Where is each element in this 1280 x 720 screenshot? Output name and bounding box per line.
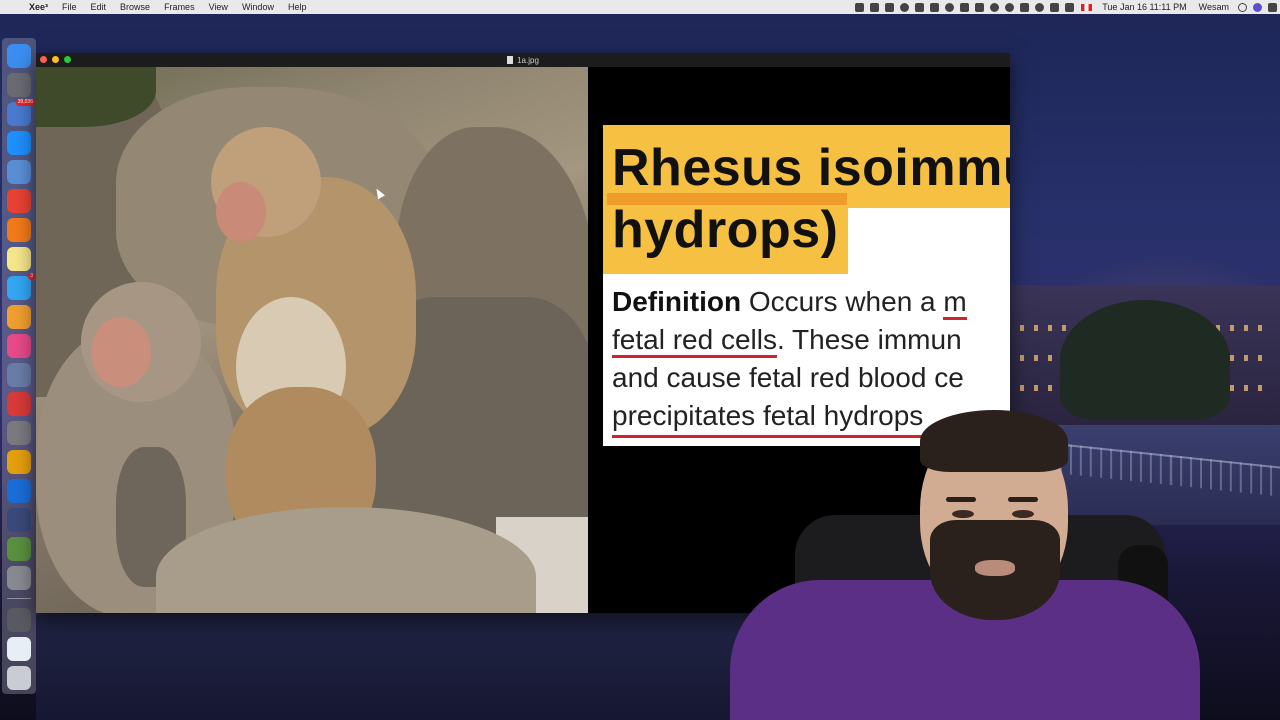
photo-booth-icon[interactable]	[7, 391, 31, 416]
wallpaper-trees	[1060, 300, 1230, 420]
screenshot-icon[interactable]	[7, 507, 31, 532]
xcode-icon[interactable]	[7, 159, 31, 184]
downloads-stack-icon[interactable]	[7, 607, 31, 632]
menu-view[interactable]: View	[202, 0, 235, 14]
info-icon[interactable]	[900, 2, 910, 12]
file-icon	[507, 56, 514, 64]
slide-body-line-4: precipitates fetal hydrops	[612, 397, 967, 438]
system-preferences-icon[interactable]	[7, 420, 31, 445]
menu-help[interactable]: Help	[281, 0, 314, 14]
chrome-icon[interactable]	[7, 188, 31, 213]
menu-app-name[interactable]: Xee³	[22, 0, 55, 14]
notes-icon[interactable]	[7, 246, 31, 271]
spotlight-search-icon[interactable]	[1238, 2, 1247, 12]
menu-bar: Xee³ File Edit Browse Frames View Window…	[0, 0, 1280, 14]
teamviewer-icon[interactable]	[7, 478, 31, 503]
menu-window[interactable]: Window	[235, 0, 281, 14]
dock: 39,036 3	[2, 38, 36, 694]
folder-icon[interactable]	[915, 2, 925, 12]
notification-center-icon[interactable]	[1268, 2, 1277, 12]
menu-edit[interactable]: Edit	[84, 0, 114, 14]
image-capture-icon[interactable]	[7, 362, 31, 387]
slide-image: Rhesus isoimmu hydrops) Definition Occur…	[603, 125, 1010, 446]
display-icon[interactable]	[870, 2, 880, 12]
screenshot-tray-icon[interactable]	[930, 2, 940, 12]
menu-clock[interactable]: Tue Jan 16 11:11 PM	[1096, 2, 1192, 12]
minimize-window-button[interactable]	[52, 56, 59, 63]
trash-icon[interactable]	[7, 665, 31, 690]
slide-body-line-1: Occurs when a	[741, 286, 944, 317]
slide-body-line-3: and cause fetal red blood ce	[612, 362, 964, 393]
presenter-right-eye	[1012, 510, 1034, 518]
dock-badge: 39,036	[15, 98, 35, 106]
volume-icon[interactable]	[1065, 2, 1075, 12]
cloud-icon[interactable]	[945, 2, 955, 12]
time-machine-icon[interactable]	[1005, 2, 1015, 12]
itunes-icon[interactable]	[7, 333, 31, 358]
menu-user[interactable]: Wesam	[1193, 2, 1235, 12]
finder-icon[interactable]	[7, 43, 31, 68]
slide-title-line-1: Rhesus isoimmu	[612, 139, 1010, 197]
slide-body-line-2: . These immun	[776, 324, 962, 355]
documents-stack-icon[interactable]	[7, 636, 31, 661]
menu-file[interactable]: File	[55, 0, 84, 14]
bluetooth-icon[interactable]	[1020, 2, 1030, 12]
siri-icon[interactable]	[1253, 2, 1262, 12]
presenter-right-brow	[1008, 497, 1038, 502]
presenter-hair	[920, 410, 1068, 472]
airplay-icon[interactable]	[1050, 2, 1060, 12]
wifi-icon[interactable]	[1035, 2, 1045, 12]
app-store-icon[interactable]	[7, 130, 31, 155]
keyboard-icon[interactable]	[885, 2, 895, 12]
plex-icon[interactable]	[7, 449, 31, 474]
presenter-left-brow	[946, 497, 976, 502]
window-title: 1a.jpg	[517, 55, 539, 65]
window-titlebar[interactable]: 1a.jpg	[36, 53, 1010, 67]
dvd-player-icon[interactable]	[7, 565, 31, 590]
menu-frames[interactable]: Frames	[157, 0, 202, 14]
definition-label: Definition	[612, 286, 742, 317]
dock-separator	[7, 598, 31, 599]
slide-title: Rhesus isoimmu hydrops)	[612, 137, 1010, 261]
presenter-mouth	[975, 560, 1015, 576]
slide-body-line-1-underlined: m	[943, 286, 967, 320]
preview-icon[interactable]: 39,036	[7, 98, 35, 126]
dock-badge: 3	[28, 272, 35, 280]
monkey-photo	[36, 67, 588, 613]
photos-icon[interactable]	[7, 304, 31, 329]
firefox-icon[interactable]	[7, 217, 31, 242]
window-controls	[40, 56, 76, 63]
iphoto-icon[interactable]	[7, 536, 31, 561]
messages-icon[interactable]: 3	[7, 272, 35, 300]
presenter-left-eye	[952, 510, 974, 518]
launchpad-icon[interactable]	[7, 72, 31, 97]
slide-title-line-2: hydrops)	[612, 201, 839, 259]
skype-icon[interactable]	[960, 2, 970, 12]
screen-record-icon[interactable]	[855, 2, 865, 12]
slide-body: Definition Occurs when a m fetal red cel…	[612, 283, 967, 438]
input-source-flag-icon[interactable]	[1081, 3, 1093, 11]
chevron-right-icon[interactable]	[975, 2, 985, 12]
slide-body-line-2-underlined: fetal red cells	[612, 324, 777, 358]
status-tray: Tue Jan 16 11:11 PM Wesam	[852, 0, 1280, 14]
close-window-button[interactable]	[40, 56, 47, 63]
menu-browse[interactable]: Browse	[113, 0, 157, 14]
zoom-window-button[interactable]	[64, 56, 71, 63]
scroll-icon[interactable]	[990, 2, 1000, 12]
